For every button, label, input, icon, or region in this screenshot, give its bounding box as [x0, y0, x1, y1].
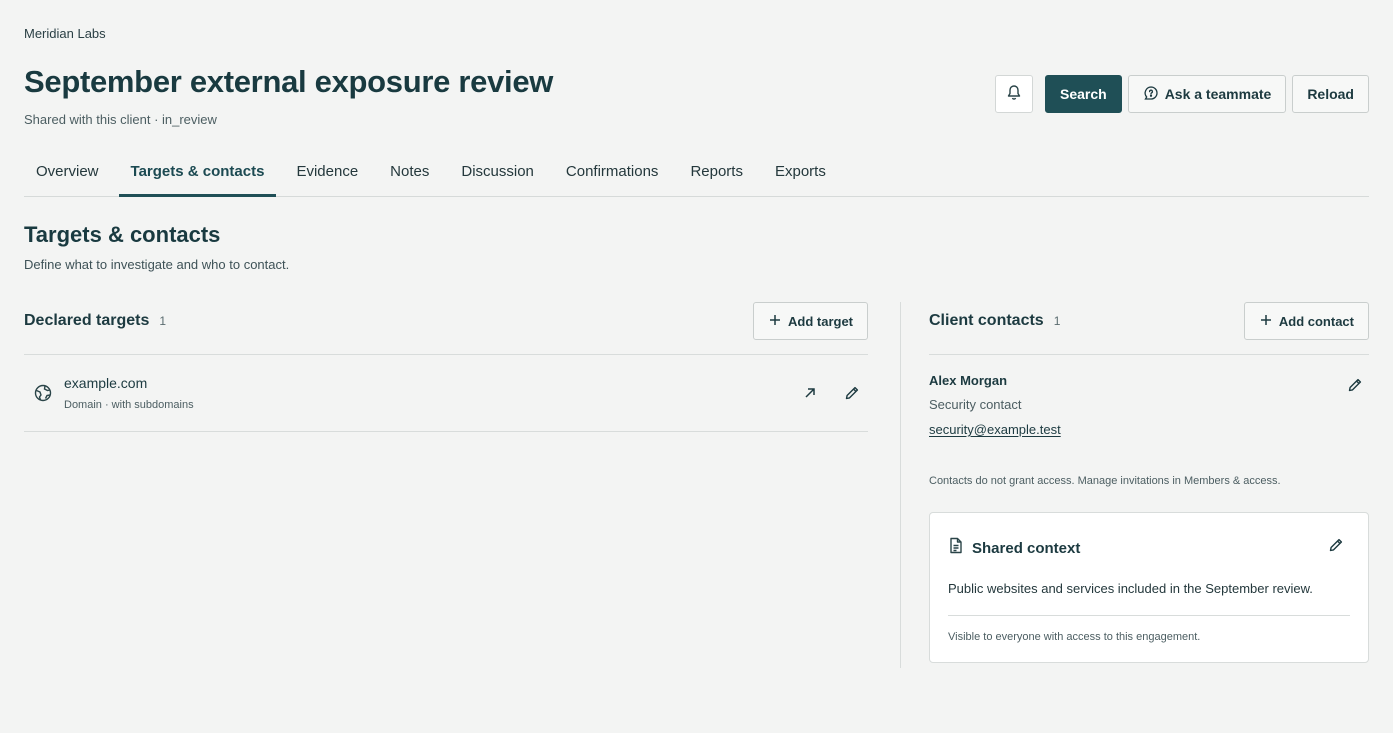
contact-role: Security contact [929, 397, 1022, 412]
target-name: example.com [64, 375, 148, 391]
edit-contact-icon[interactable] [1347, 377, 1363, 398]
page: Meridian Labs September external exposur… [0, 0, 1393, 733]
org-name: Meridian Labs [24, 26, 106, 41]
tab-overview[interactable]: Overview [24, 146, 111, 196]
tab-exports[interactable]: Exports [763, 146, 838, 196]
tab-confirmations[interactable]: Confirmations [554, 146, 671, 196]
tab-bar: Overview Targets & contacts Evidence Not… [24, 146, 1369, 197]
contact-item: Alex Morgan Security contact security@ex… [929, 355, 1369, 487]
bell-icon [1006, 83, 1022, 105]
tab-reports[interactable]: Reports [678, 146, 755, 196]
targets-title: Declared targets 1 [24, 312, 166, 330]
targets-header: Declared targets 1 Add target [24, 302, 868, 340]
page-title: September external exposure review [24, 64, 554, 99]
column-divider [900, 302, 901, 668]
section-title: Targets & contacts [24, 222, 221, 247]
targets-title-label: Declared targets [24, 312, 150, 329]
tab-targets-contacts[interactable]: Targets & contacts [118, 146, 277, 197]
contacts-access-note: Contacts do not grant access. Manage inv… [929, 475, 1281, 487]
plus-icon [768, 313, 782, 330]
ask-teammate-label: Ask a teammate [1164, 86, 1272, 102]
declared-targets-panel: Declared targets 1 Add target example.com… [24, 302, 868, 432]
tab-notes[interactable]: Notes [378, 146, 441, 196]
header-actions: Search Ask a teammate Reload [994, 75, 1369, 113]
shared-context-visibility: Visible to everyone with access to this … [948, 631, 1201, 643]
add-contact-button[interactable]: Add contact [1243, 302, 1369, 340]
shared-context-title: Shared context [972, 539, 1081, 557]
edit-shared-context-icon[interactable] [1328, 537, 1344, 558]
document-icon [948, 537, 964, 559]
contact-email-link[interactable]: security@example.test [929, 422, 1061, 437]
contacts-title-label: Client contacts [929, 312, 1044, 329]
shared-context-body: Public websites and services included in… [948, 581, 1350, 616]
add-contact-label: Add contact [1278, 313, 1354, 329]
chat-question-icon [1143, 85, 1159, 104]
tab-evidence[interactable]: Evidence [284, 146, 370, 196]
ask-teammate-button[interactable]: Ask a teammate [1127, 75, 1287, 113]
page-subtitle: Shared with this client · in_review [24, 112, 217, 127]
plus-icon [1259, 313, 1273, 330]
contacts-count: 1 [1053, 314, 1061, 328]
notifications-button[interactable] [994, 75, 1033, 113]
tab-discussion[interactable]: Discussion [449, 146, 546, 196]
contacts-title: Client contacts 1 [929, 312, 1060, 330]
search-button[interactable]: Search [1044, 75, 1122, 113]
globe-icon [33, 383, 53, 403]
target-row[interactable]: example.com Domain · with subdomains [24, 355, 868, 432]
reload-button[interactable]: Reload [1292, 75, 1369, 113]
contacts-header: Client contacts 1 Add contact [929, 302, 1369, 340]
section-description: Define what to investigate and who to co… [24, 257, 290, 272]
contact-name: Alex Morgan [929, 373, 1008, 388]
shared-context-card: Shared context Public websites and servi… [929, 512, 1369, 663]
edit-target-icon[interactable] [842, 383, 862, 403]
target-meta: Domain · with subdomains [64, 399, 194, 411]
target-info: example.com Domain · with subdomains [64, 375, 194, 411]
shared-context-header: Shared context [948, 537, 1350, 559]
client-contacts-panel: Client contacts 1 Add contact Alex Morgan… [929, 302, 1369, 663]
target-actions [800, 383, 862, 403]
add-target-label: Add target [788, 313, 853, 329]
open-target-icon[interactable] [800, 383, 820, 403]
targets-count: 1 [159, 314, 167, 328]
add-target-button[interactable]: Add target [753, 302, 868, 340]
